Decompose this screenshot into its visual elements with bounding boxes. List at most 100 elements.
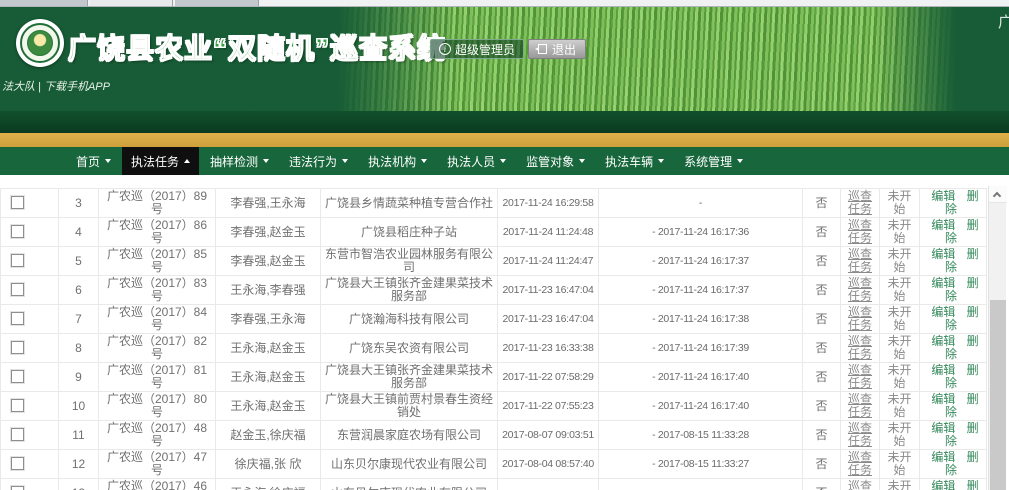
task-type-link[interactable]: 巡查任务	[848, 392, 872, 419]
actions-cell: 编辑 删除	[920, 421, 987, 450]
caret-down-icon	[105, 159, 111, 163]
task-type-link[interactable]: 巡查任务	[848, 276, 872, 303]
nav-item-9[interactable]: 系统管理	[675, 147, 752, 175]
logout-button[interactable]: 退出	[528, 39, 586, 59]
checkbox-cell	[1, 363, 59, 392]
nav-item-6[interactable]: 执法人员	[438, 147, 515, 175]
created-time: 2017-11-23 16:47:04	[498, 305, 599, 334]
nav-item-2[interactable]: 执法任务	[122, 147, 199, 175]
browser-tab[interactable]	[175, 0, 259, 6]
nav-item-7[interactable]: 监管对象	[517, 147, 594, 175]
task-type-link[interactable]: 巡查任务	[848, 189, 872, 216]
row-checkbox[interactable]	[11, 428, 24, 441]
actions-cell: 编辑 删除	[920, 247, 987, 276]
task-type-link[interactable]: 巡查任务	[848, 218, 872, 245]
row-checkbox[interactable]	[11, 312, 24, 325]
edit-link[interactable]: 编辑	[931, 218, 955, 232]
officer-names: 李春强,王永海	[216, 189, 321, 218]
checkbox-cell	[1, 450, 59, 479]
row-index: 6	[59, 276, 99, 305]
caret-down-icon	[579, 159, 585, 163]
edit-link[interactable]: 编辑	[931, 334, 955, 348]
status-cell: 未开始	[880, 392, 920, 421]
edit-link[interactable]: 编辑	[931, 189, 955, 203]
table-row: 4 广农巡（2017）86号 李春强,赵金玉 广饶县稻庄种子站 2017-11-…	[1, 218, 987, 247]
browser-tab-active[interactable]	[90, 0, 173, 6]
task-type-link[interactable]: 巡查任务	[848, 334, 872, 361]
row-index: 13	[59, 479, 99, 490]
checkbox-cell	[1, 247, 59, 276]
table-row: 11 广农巡（2017）48号 赵金玉,徐庆福 东营润晨家庭农场有限公司 201…	[1, 421, 987, 450]
edit-link[interactable]: 编辑	[931, 363, 955, 377]
officer-names: 李春强,赵金玉	[216, 218, 321, 247]
table-row: 3 广农巡（2017）89号 李春强,王永海 广饶县乡情蔬菜种植专营合作社 20…	[1, 189, 987, 218]
logo-ring	[20, 23, 60, 63]
row-checkbox[interactable]	[11, 225, 24, 238]
flag-cell: 否	[803, 305, 841, 334]
inspection-target: 山东贝尔康现代农业有限公司	[321, 450, 498, 479]
scrollbar-thumb[interactable]	[990, 300, 1006, 490]
nav-item-3[interactable]: 抽样检测	[201, 147, 278, 175]
row-checkbox[interactable]	[11, 196, 24, 209]
header-bottom-band	[0, 111, 1009, 133]
officer-names: 王永海,赵金玉	[216, 363, 321, 392]
task-type-link[interactable]: 巡查任务	[848, 421, 872, 448]
task-number: 广农巡（2017）48号	[99, 421, 216, 450]
task-type-cell: 巡查任务	[841, 247, 880, 276]
edit-link[interactable]: 编辑	[931, 247, 955, 261]
row-checkbox[interactable]	[11, 486, 24, 490]
browser-tab[interactable]	[0, 0, 88, 6]
row-index: 8	[59, 334, 99, 363]
task-type-cell: 巡查任务	[841, 421, 880, 450]
task-number: 广农巡（2017）81号	[99, 363, 216, 392]
inspection-target: 山东贝尔康现代农业有限公司	[321, 479, 498, 490]
page-title: 广饶县农业“双随机”巡查系统	[68, 27, 446, 67]
task-type-cell: 巡查任务	[841, 450, 880, 479]
checkbox-cell	[1, 189, 59, 218]
row-checkbox[interactable]	[11, 283, 24, 296]
nav-item-5[interactable]: 执法机构	[359, 147, 436, 175]
task-type-cell: 巡查任务	[841, 305, 880, 334]
checkbox-cell	[1, 334, 59, 363]
vertical-scrollbar[interactable]	[988, 186, 1006, 490]
row-checkbox[interactable]	[11, 399, 24, 412]
edit-link[interactable]: 编辑	[931, 421, 955, 435]
edit-link[interactable]: 编辑	[931, 276, 955, 290]
status-cell: 未开始	[880, 450, 920, 479]
nav-item-1[interactable]: 首页	[67, 147, 120, 175]
task-number: 广农巡（2017）83号	[99, 276, 216, 305]
edit-link[interactable]: 编辑	[931, 392, 955, 406]
row-checkbox[interactable]	[11, 370, 24, 383]
row-index: 9	[59, 363, 99, 392]
row-checkbox[interactable]	[11, 341, 24, 354]
task-type-link[interactable]: 巡查任务	[848, 305, 872, 332]
header-sub-links[interactable]: 法大队 | 下载手机APP	[2, 78, 110, 94]
nav-item-4[interactable]: 违法行为	[280, 147, 357, 175]
checkbox-cell	[1, 421, 59, 450]
current-user-badge[interactable]: i 超级管理员	[430, 39, 524, 59]
flag-cell: 否	[803, 421, 841, 450]
task-type-link[interactable]: 巡查任务	[848, 363, 872, 390]
task-type-cell: 巡查任务	[841, 276, 880, 305]
task-period: - 2017-11-24 16:17:38	[599, 305, 803, 334]
task-number: 广农巡（2017）85号	[99, 247, 216, 276]
task-list-panel: 3 广农巡（2017）89号 李春强,王永海 广饶县乡情蔬菜种植专营合作社 20…	[0, 175, 1009, 490]
logo-emblem-icon	[27, 30, 53, 56]
caret-down-icon	[342, 159, 348, 163]
nav-item-8[interactable]: 执法车辆	[596, 147, 673, 175]
row-checkbox[interactable]	[11, 254, 24, 267]
browser-tabstrip	[0, 0, 1009, 7]
edit-link[interactable]: 编辑	[931, 479, 955, 490]
task-type-cell: 巡查任务	[841, 363, 880, 392]
task-type-link[interactable]: 巡查任务	[848, 247, 872, 274]
task-type-link[interactable]: 巡查任务	[848, 450, 872, 477]
edit-link[interactable]: 编辑	[931, 305, 955, 319]
scroll-up-button[interactable]	[989, 186, 1007, 203]
row-checkbox[interactable]	[11, 457, 24, 470]
edit-link[interactable]: 编辑	[931, 450, 955, 464]
inspection-target: 东营润晨家庭农场有限公司	[321, 421, 498, 450]
task-number: 广农巡（2017）46号	[99, 479, 216, 490]
actions-cell: 编辑 删除	[920, 305, 987, 334]
table-row: 12 广农巡（2017）47号 徐庆福,张 欣 山东贝尔康现代农业有限公司 20…	[1, 450, 987, 479]
task-type-link[interactable]: 巡查任务	[848, 479, 872, 490]
